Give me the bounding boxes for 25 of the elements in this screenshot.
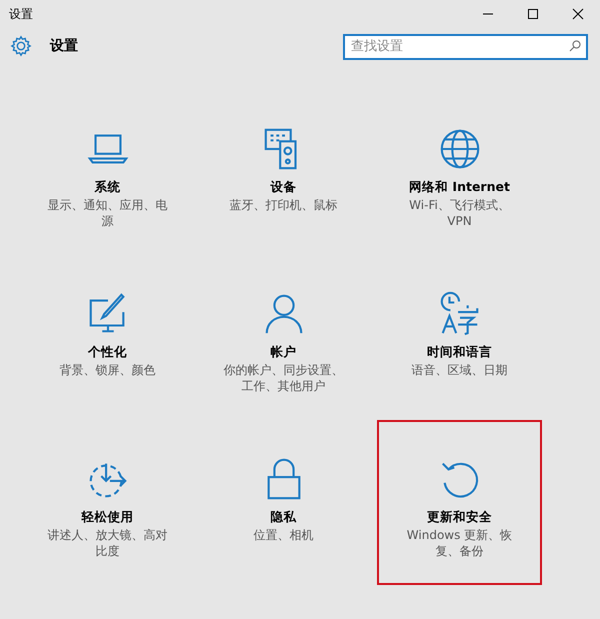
settings-category-link[interactable]: 更新和安全 (427, 508, 492, 527)
settings-category-link[interactable]: 个性化 (88, 343, 127, 362)
settings-category-link[interactable]: 轻松使用 (82, 508, 134, 527)
settings-category-link[interactable]: 时间和语言 (427, 343, 492, 362)
category-description: 位置、相机 (252, 526, 314, 543)
page-title: 设置 (50, 36, 79, 56)
maximize-icon[interactable] (526, 8, 540, 20)
close-icon[interactable] (570, 8, 584, 20)
category-description: 蓝牙、打印机、鼠标 (228, 196, 338, 213)
category-description: Wi-Fi、飞行模式、VPN (408, 196, 511, 230)
category-description: 显示、通知、应用、电源 (46, 196, 168, 230)
category-description: Windows 更新、恢复、备份 (406, 526, 514, 560)
settings-category-link[interactable]: 设备 (270, 178, 296, 197)
settings-category-link[interactable]: 隐私 (270, 508, 296, 527)
settings-category-link[interactable]: 网络和 Internet (409, 178, 510, 197)
category-description: 背景、锁屏、颜色 (58, 362, 156, 378)
settings-category-link[interactable]: 系统 (94, 178, 120, 197)
category-description: 你的帐户、同步设置、工作、其他用户 (222, 362, 344, 394)
gear-icon[interactable] (10, 35, 32, 57)
window-title: 设置 (9, 6, 34, 23)
category-description: 语音、区域、日期 (410, 362, 508, 378)
category-description: 讲述人、放大镜、高对比度 (46, 526, 168, 560)
search-icon[interactable] (569, 40, 581, 52)
settings-category-link[interactable]: 帐户 (270, 343, 296, 362)
search-field[interactable]: 查找设置 (343, 34, 588, 60)
